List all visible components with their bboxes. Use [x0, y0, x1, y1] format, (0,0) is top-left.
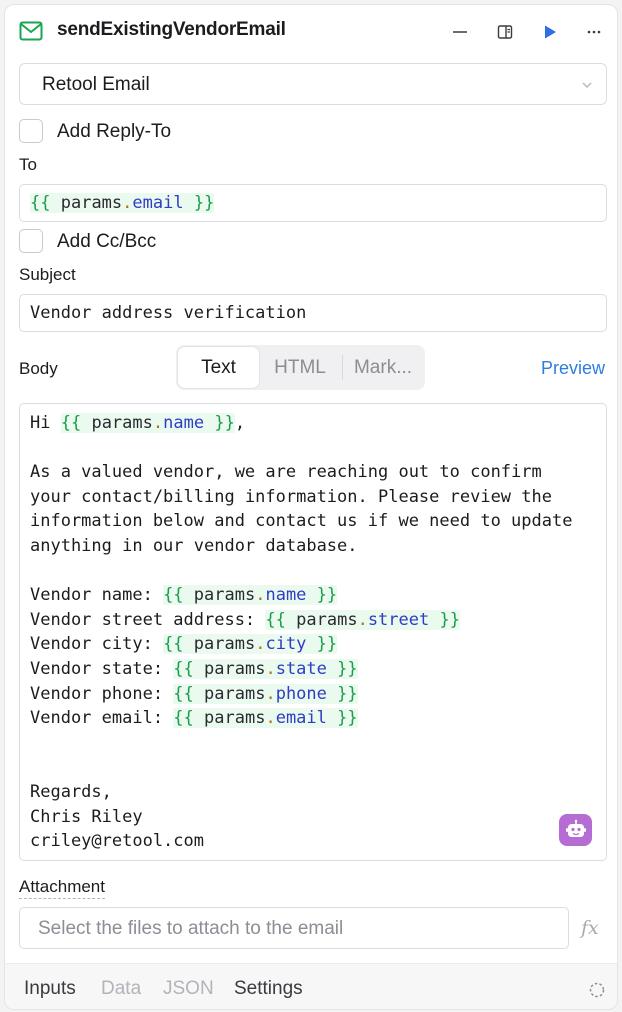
body-line: Vendor name: {{ params.name }}	[30, 585, 338, 606]
body-line: criley@retool.com	[30, 831, 204, 852]
query-header: sendExistingVendorEmail	[5, 5, 617, 57]
body-line: Chris Riley	[30, 806, 143, 827]
body-line: Vendor email: {{ params.email }}	[30, 708, 358, 729]
to-input[interactable]: {{ params.email }}	[19, 184, 607, 222]
minimize-icon	[453, 31, 467, 33]
subject-input[interactable]: Vendor address verification	[19, 294, 607, 332]
tab-data[interactable]: Data	[101, 978, 141, 1000]
body-line: Regards,	[30, 781, 112, 802]
cc-bcc-checkbox[interactable]	[19, 229, 43, 253]
bottom-tab-bar: Inputs Data JSON Settings	[5, 963, 617, 1009]
body-line: Vendor city: {{ params.city }}	[30, 634, 338, 655]
subject-label: Subject	[19, 265, 76, 284]
tab-settings[interactable]: Settings	[234, 978, 303, 1000]
template-token: {{ params.phone }}	[173, 683, 358, 704]
template-token: {{ params.name }}	[60, 413, 235, 433]
body-line	[30, 559, 596, 584]
reply-to-label[interactable]: Add Reply-To	[57, 121, 171, 143]
attachment-label: Attachment	[19, 877, 105, 899]
resource-select[interactable]: Retool Email	[19, 63, 607, 105]
tab-json[interactable]: JSON	[163, 978, 214, 1000]
run-play-icon	[545, 25, 556, 39]
template-token: {{ params.name }}	[163, 585, 338, 606]
attachment-input[interactable]: Select the files to attach to the email	[19, 907, 569, 949]
query-title[interactable]: sendExistingVendorEmail	[57, 19, 286, 41]
sidebar-toggle-icon	[497, 25, 513, 39]
more-options-icon	[587, 30, 601, 34]
body-line: anything in our vendor database.	[30, 535, 358, 556]
body-label: Body	[19, 359, 58, 378]
loading-spinner-icon	[589, 982, 605, 1003]
preview-link[interactable]: Preview	[541, 358, 605, 379]
body-editor[interactable]: Hi {{ params.name }}, As a valued vendor,…	[19, 403, 607, 861]
body-line: As a valued vendor, we are reaching out …	[30, 462, 542, 483]
template-token: {{ params.email }}	[30, 193, 215, 213]
template-token: {{ params.street }}	[265, 609, 460, 630]
sidebar-toggle-button[interactable]	[492, 19, 518, 45]
tab-text[interactable]: Text	[178, 347, 259, 388]
body-line: Hi {{ params.name }},	[30, 413, 246, 433]
robot-icon	[565, 819, 586, 837]
cc-bcc-label[interactable]: Add Cc/Bcc	[57, 231, 156, 253]
to-label: To	[19, 155, 37, 174]
body-line: information below and contact us if we n…	[30, 511, 573, 532]
body-format-tabs: Text HTML Mark...	[176, 345, 425, 390]
reply-to-checkbox[interactable]	[19, 119, 43, 143]
more-options-button[interactable]	[581, 19, 607, 45]
body-line: Vendor phone: {{ params.phone }}	[30, 683, 358, 704]
tab-markdown[interactable]: Mark...	[343, 347, 423, 388]
body-text: Hi {{ params.name }}, As a valued vendor,…	[30, 411, 596, 854]
chevron-down-icon	[580, 78, 594, 97]
run-query-button[interactable]	[537, 19, 563, 45]
body-line: your contact/billing information. Please…	[30, 486, 552, 507]
body-line: Vendor state: {{ params.state }}	[30, 658, 358, 679]
body-line	[30, 755, 596, 780]
body-line: Vendor street address: {{ params.street …	[30, 609, 460, 630]
template-token: {{ params.state }}	[173, 658, 358, 679]
attachment-placeholder: Select the files to attach to the email	[38, 918, 344, 939]
tab-html[interactable]: HTML	[260, 347, 340, 388]
assistant-button[interactable]	[559, 814, 592, 846]
body-line	[30, 731, 596, 756]
body-line	[30, 436, 596, 461]
resource-select-value: Retool Email	[42, 74, 150, 95]
tab-inputs[interactable]: Inputs	[24, 978, 76, 1000]
query-editor-panel: sendExistingVendorEmail Retool Email Add…	[4, 4, 618, 1010]
envelope-icon	[19, 21, 43, 41]
minimize-button[interactable]	[447, 19, 473, 45]
fx-icon[interactable]: fx	[581, 917, 599, 939]
template-token: {{ params.email }}	[173, 708, 358, 729]
template-token: {{ params.city }}	[163, 634, 338, 655]
